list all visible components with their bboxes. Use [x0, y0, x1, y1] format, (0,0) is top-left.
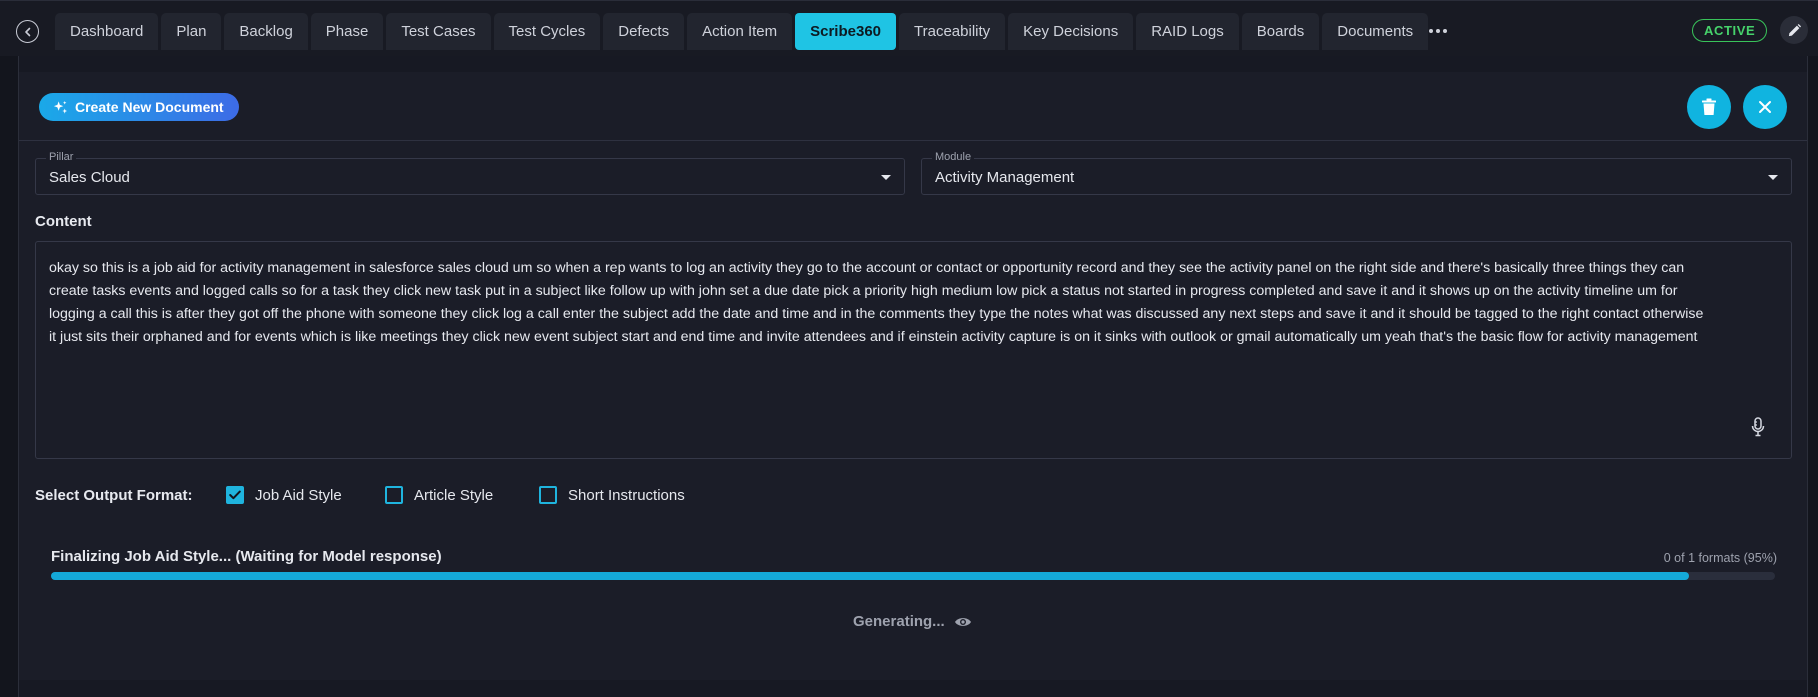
sparkles-icon	[53, 100, 68, 114]
checkbox-empty-icon	[385, 486, 403, 504]
tab-key-decisions[interactable]: Key Decisions	[1008, 13, 1134, 50]
close-icon	[1759, 101, 1771, 113]
trash-icon	[1702, 98, 1716, 115]
edit-button[interactable]	[1780, 16, 1808, 44]
module-label: Module	[932, 151, 975, 163]
pencil-icon	[1788, 23, 1801, 36]
top-nav-bar: Dashboard Plan Backlog Phase Test Cases …	[0, 0, 1818, 56]
pillar-label: Pillar	[46, 151, 77, 163]
module-tabs: Dashboard Plan Backlog Phase Test Cases …	[55, 13, 1429, 50]
pillar-select[interactable]: Pillar Sales Cloud	[35, 151, 905, 195]
output-format-label: Select Output Format:	[35, 487, 193, 504]
checkbox-checked-icon	[226, 486, 244, 504]
progress-status-text: Finalizing Job Aid Style... (Waiting for…	[51, 548, 442, 565]
tab-backlog[interactable]: Backlog	[224, 13, 308, 50]
short-instructions-label: Short Instructions	[568, 486, 685, 504]
tab-boards[interactable]: Boards	[1241, 13, 1320, 50]
back-button[interactable]	[16, 20, 39, 43]
tab-documents[interactable]: Documents	[1322, 13, 1429, 50]
progress-count: 0 of 1 formats (95%)	[1663, 551, 1777, 565]
checkbox-empty-icon	[539, 486, 557, 504]
generating-indicator: Generating...	[853, 613, 972, 630]
short-instructions-checkbox[interactable]: Short Instructions	[539, 485, 685, 505]
close-button[interactable]	[1743, 85, 1787, 129]
microphone-button[interactable]	[1749, 415, 1767, 439]
create-new-document-button[interactable]: Create New Document	[39, 93, 239, 121]
caret-down-icon	[1768, 175, 1778, 180]
chevron-left-icon	[24, 27, 30, 36]
panel-header: Create New Document	[19, 72, 1807, 141]
tab-scribe360[interactable]: Scribe360	[795, 13, 897, 50]
more-tabs-button[interactable]	[1425, 19, 1451, 43]
tab-plan[interactable]: Plan	[161, 13, 222, 50]
content-label: Content	[35, 213, 92, 230]
tab-action-item[interactable]: Action Item	[687, 13, 793, 50]
progress-bar-fill	[51, 572, 1689, 580]
job-aid-style-label: Job Aid Style	[255, 486, 342, 504]
status-badge: ACTIVE	[1692, 19, 1768, 42]
tab-raid-logs[interactable]: RAID Logs	[1136, 13, 1239, 50]
tab-dashboard[interactable]: Dashboard	[55, 13, 159, 50]
create-new-document-label: Create New Document	[75, 99, 224, 115]
pillar-value: Sales Cloud	[49, 169, 130, 186]
caret-down-icon	[881, 175, 891, 180]
progress-bar	[51, 572, 1775, 580]
job-aid-style-checkbox[interactable]: Job Aid Style	[226, 485, 342, 505]
tab-phase[interactable]: Phase	[310, 13, 384, 50]
tab-traceability[interactable]: Traceability	[899, 13, 1006, 50]
tab-test-cases[interactable]: Test Cases	[386, 13, 491, 50]
delete-button[interactable]	[1687, 85, 1731, 129]
content-textarea[interactable]: okay so this is a job aid for activity m…	[35, 241, 1792, 459]
module-value: Activity Management	[935, 169, 1075, 186]
article-style-checkbox[interactable]: Article Style	[385, 485, 493, 505]
generating-label: Generating...	[853, 613, 945, 630]
check-icon	[229, 490, 241, 500]
tab-defects[interactable]: Defects	[603, 13, 685, 50]
module-select[interactable]: Module Activity Management	[921, 151, 1792, 195]
more-horizontal-icon	[1429, 29, 1447, 33]
document-editor-panel: Create New Document Pillar Sales Cloud M…	[19, 72, 1807, 680]
eye-icon[interactable]	[954, 616, 972, 628]
microphone-icon	[1751, 417, 1765, 437]
article-style-label: Article Style	[414, 486, 494, 504]
tab-test-cycles[interactable]: Test Cycles	[493, 13, 601, 50]
